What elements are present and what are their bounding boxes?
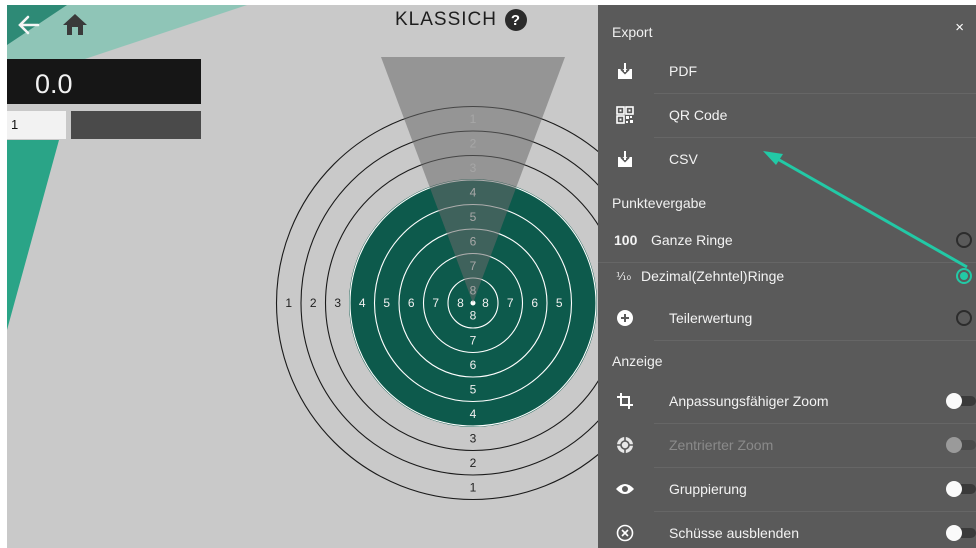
export-csv-button[interactable]: CSV: [598, 137, 976, 181]
scoring-header: Punktevergabe: [612, 195, 707, 211]
whole-rings-radio[interactable]: [956, 232, 972, 248]
decimal-rings-radio[interactable]: [956, 268, 972, 284]
ring-number-bottom: 6: [470, 358, 477, 372]
grouping-label: Gruppierung: [669, 481, 747, 497]
crop-icon: [614, 390, 636, 412]
hide-shots-toggle[interactable]: [946, 525, 976, 541]
ring-number-bottom: 3: [470, 431, 477, 445]
adaptive-zoom-label: Anpassungsfähiger Zoom: [669, 393, 829, 409]
ring-number-right: 6: [531, 296, 538, 310]
hide-shots-row[interactable]: Schüsse ausblenden: [598, 511, 976, 548]
scoring-option-teiler[interactable]: Teilerwertung: [598, 296, 976, 340]
ring-number-left: 8: [457, 296, 464, 310]
download-icon: [614, 148, 636, 170]
export-qr-label: QR Code: [669, 107, 728, 123]
decimal-prefix: ⅒: [616, 270, 632, 283]
scoring-option-decimal[interactable]: ⅒ Dezimal(Zehntel)Ringe: [598, 254, 976, 298]
ring-number-bottom: 1: [470, 480, 477, 494]
teiler-radio[interactable]: [956, 310, 972, 326]
eye-icon: [614, 478, 636, 500]
centered-zoom-row[interactable]: Zentrierter Zoom: [598, 423, 976, 467]
ring-number-left: 6: [408, 296, 415, 310]
export-qr-button[interactable]: QR Code: [598, 93, 976, 137]
centered-zoom-toggle[interactable]: [946, 437, 976, 453]
display-header: Anzeige: [612, 353, 663, 369]
ring-number-left: 3: [334, 296, 341, 310]
teiler-label: Teilerwertung: [669, 310, 753, 326]
decimal-rings-label: Dezimal(Zehntel)Ringe: [641, 268, 785, 284]
plus-circle-icon: [614, 307, 636, 329]
export-panel: Export × PDF QR Code CSV Punktevergabe 1…: [598, 5, 976, 548]
ring-number-right: 8: [482, 296, 489, 310]
whole-rings-label: Ganze Ringe: [651, 232, 733, 248]
download-icon: [614, 60, 636, 82]
close-circle-icon: [614, 522, 636, 544]
ring-number-bottom: 7: [470, 333, 477, 347]
export-pdf-label: PDF: [669, 63, 697, 79]
hide-shots-label: Schüsse ausblenden: [669, 525, 799, 541]
qr-code-icon: [614, 104, 636, 126]
export-pdf-button[interactable]: PDF: [598, 49, 976, 93]
export-header: Export: [612, 24, 653, 40]
crosshair-icon: [614, 434, 636, 456]
adaptive-zoom-row[interactable]: Anpassungsfähiger Zoom: [598, 379, 976, 423]
centered-zoom-label: Zentrierter Zoom: [669, 437, 774, 453]
grouping-row[interactable]: Gruppierung: [598, 467, 976, 511]
target-view: KLASSICH ? 0.0 1 12345678876587654321123…: [7, 5, 976, 548]
ring-number-left: 1: [285, 296, 292, 310]
ring-number-bottom: 2: [470, 456, 477, 470]
divider: [654, 340, 976, 341]
grouping-toggle[interactable]: [946, 481, 976, 497]
ring-number-bottom: 5: [470, 382, 477, 396]
ring-number-bottom: 4: [470, 407, 477, 421]
ring-number-left: 7: [432, 296, 439, 310]
ring-number-left: 5: [383, 296, 390, 310]
ring-number-right: 7: [507, 296, 514, 310]
ring-number-left: 4: [359, 296, 366, 310]
export-csv-label: CSV: [669, 151, 698, 167]
ring-number-bottom: 8: [470, 309, 477, 323]
close-button[interactable]: ×: [955, 19, 964, 36]
ring-number-right: 5: [556, 296, 563, 310]
adaptive-zoom-toggle[interactable]: [946, 393, 976, 409]
ring-number-left: 2: [310, 296, 317, 310]
whole-rings-prefix: 100: [614, 232, 638, 248]
